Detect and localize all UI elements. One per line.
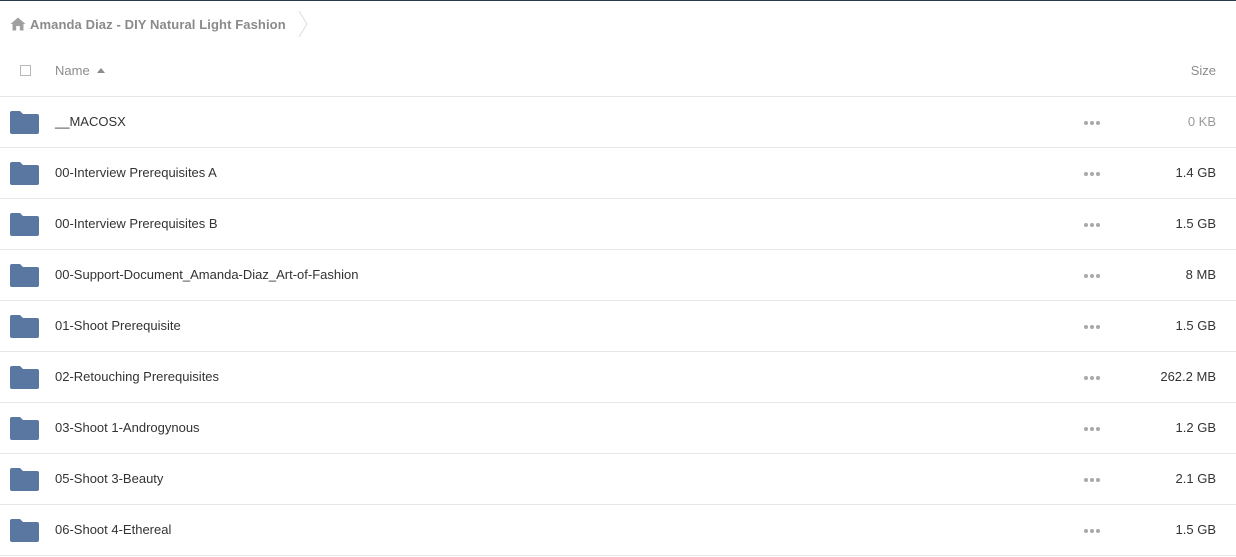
file-size: 0 KB: [1187, 114, 1216, 129]
select-all-checkbox[interactable]: [20, 65, 31, 76]
home-icon[interactable]: [10, 16, 26, 32]
file-list: __MACOSX 0 KB 00-Interview Prerequisites A…: [0, 97, 1236, 556]
folder-icon[interactable]: [10, 315, 39, 338]
more-options-icon[interactable]: [1084, 376, 1100, 380]
name-column-header[interactable]: Name: [55, 63, 105, 78]
table-row[interactable]: 03-Shoot 1-Androgynous 1.2 GB: [0, 403, 1236, 454]
sort-ascending-icon: [96, 68, 105, 73]
table-row[interactable]: 01-Shoot Prerequisite 1.5 GB: [0, 301, 1236, 352]
folder-name-link[interactable]: 02-Retouching Prerequisites: [55, 369, 219, 384]
file-size: 1.5 GB: [1175, 216, 1216, 231]
more-options-icon[interactable]: [1084, 274, 1100, 278]
more-options-icon[interactable]: [1084, 121, 1100, 125]
more-options-icon[interactable]: [1084, 172, 1100, 176]
file-size: 1.5 GB: [1175, 522, 1216, 537]
folder-icon[interactable]: [10, 417, 39, 440]
file-size: 262.2 MB: [1160, 369, 1216, 384]
folder-name-link[interactable]: 00-Interview Prerequisites A: [55, 165, 217, 180]
breadcrumb-chevron-icon: [298, 10, 308, 38]
folder-name-link[interactable]: 00-Support-Document_Amanda-Diaz_Art-of-F…: [55, 267, 358, 282]
folder-name-link[interactable]: 01-Shoot Prerequisite: [55, 318, 181, 333]
more-options-icon[interactable]: [1084, 223, 1100, 227]
table-row[interactable]: 05-Shoot 3-Beauty 2.1 GB: [0, 454, 1236, 505]
breadcrumb: Amanda Diaz - DIY Natural Light Fashion: [10, 10, 308, 38]
breadcrumb-current-folder[interactable]: Amanda Diaz - DIY Natural Light Fashion: [30, 17, 286, 32]
folder-icon[interactable]: [10, 366, 39, 389]
name-column-label: Name: [55, 63, 90, 78]
folder-icon[interactable]: [10, 111, 39, 134]
table-row[interactable]: 00-Support-Document_Amanda-Diaz_Art-of-F…: [0, 250, 1236, 301]
table-row[interactable]: 02-Retouching Prerequisites 262.2 MB: [0, 352, 1236, 403]
size-column-header[interactable]: Size: [1191, 63, 1216, 78]
more-options-icon[interactable]: [1084, 427, 1100, 431]
table-row[interactable]: 06-Shoot 4-Ethereal 1.5 GB: [0, 505, 1236, 556]
folder-name-link[interactable]: __MACOSX: [55, 114, 126, 129]
folder-name-link[interactable]: 05-Shoot 3-Beauty: [55, 471, 163, 486]
folder-name-link[interactable]: 03-Shoot 1-Androgynous: [55, 420, 200, 435]
folder-icon[interactable]: [10, 213, 39, 236]
file-size: 1.5 GB: [1175, 318, 1216, 333]
folder-icon[interactable]: [10, 264, 39, 287]
table-row[interactable]: 00-Interview Prerequisites B 1.5 GB: [0, 199, 1236, 250]
file-size: 2.1 GB: [1175, 471, 1216, 486]
folder-name-link[interactable]: 06-Shoot 4-Ethereal: [55, 522, 171, 537]
table-row[interactable]: __MACOSX 0 KB: [0, 97, 1236, 148]
more-options-icon[interactable]: [1084, 478, 1100, 482]
file-size: 1.2 GB: [1175, 420, 1216, 435]
folder-name-link[interactable]: 00-Interview Prerequisites B: [55, 216, 218, 231]
folder-icon[interactable]: [10, 468, 39, 491]
file-size: 8 MB: [1185, 267, 1216, 282]
more-options-icon[interactable]: [1084, 325, 1100, 329]
folder-icon[interactable]: [10, 162, 39, 185]
file-browser: Amanda Diaz - DIY Natural Light Fashion …: [0, 0, 1236, 557]
more-options-icon[interactable]: [1084, 529, 1100, 533]
folder-icon[interactable]: [10, 519, 39, 542]
file-size: 1.4 GB: [1175, 165, 1216, 180]
list-header: Name Size: [0, 47, 1236, 97]
table-row[interactable]: 00-Interview Prerequisites A 1.4 GB: [0, 148, 1236, 199]
